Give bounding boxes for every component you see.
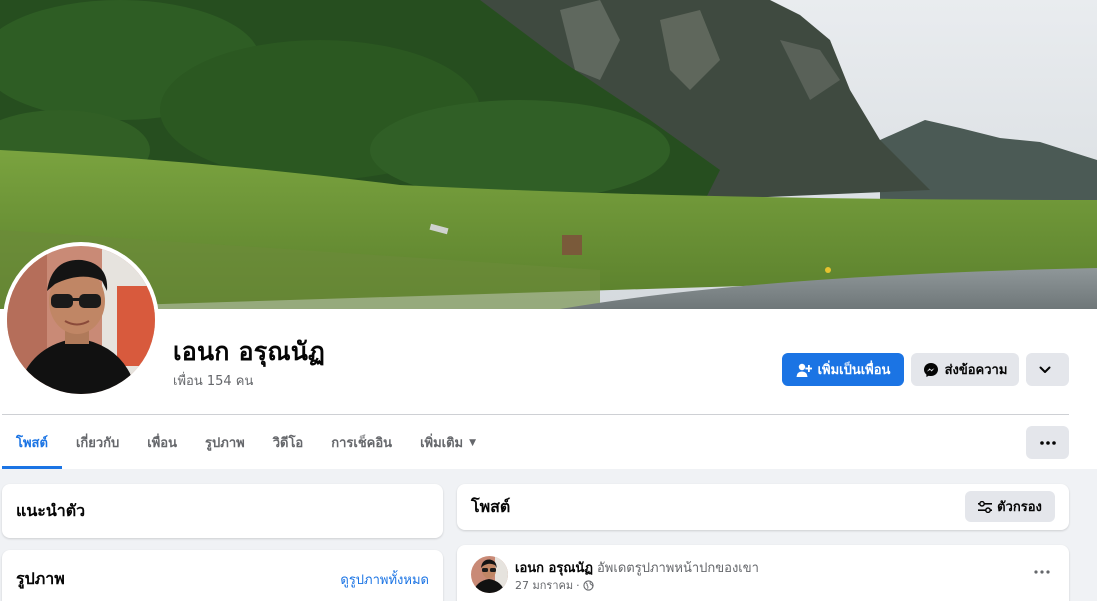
posts-header-card: โพสต์ ตัวกรอง (457, 484, 1069, 530)
post-header: เอนก อรุณนัฏ อัพเดตรูปภาพหน้าปกของเขา (515, 557, 759, 578)
tab-label: วิดีโอ (272, 436, 304, 451)
more-options-button[interactable] (1026, 353, 1069, 386)
post-date[interactable]: 27 มกราคม (515, 576, 573, 594)
tabs-options-button[interactable] (1026, 426, 1069, 459)
post-avatar-image (471, 556, 508, 593)
photos-card: รูปภาพ ดูรูปภาพทั้งหมด (2, 550, 443, 601)
ellipsis-icon (1034, 570, 1050, 574)
post-meta: 27 มกราคม · (515, 576, 594, 594)
caret-down-icon: ▼ (469, 437, 477, 448)
tab-posts[interactable]: โพสต์ (2, 416, 62, 469)
tab-friends[interactable]: เพื่อน (133, 416, 191, 469)
filter-label: ตัวกรอง (997, 500, 1042, 515)
cover-photo-image (0, 0, 1097, 309)
post-author-avatar[interactable] (471, 556, 508, 593)
sliders-icon (978, 500, 993, 513)
message-button[interactable]: ส่งข้อความ (911, 353, 1019, 386)
profile-tabs: โพสต์ เกี่ยวกับ เพื่อน รูปภาพ วิดีโอ การ… (2, 416, 490, 469)
tab-label: เกี่ยวกับ (75, 436, 120, 451)
tab-photos[interactable]: รูปภาพ (191, 416, 259, 469)
friends-count[interactable]: เพื่อน 154 คน (173, 370, 253, 391)
tab-label: การเช็คอิน (331, 436, 393, 451)
tab-about[interactable]: เกี่ยวกับ (62, 416, 133, 469)
tab-label: เพื่อน (147, 436, 178, 451)
tab-videos[interactable]: วิดีโอ (259, 416, 318, 469)
globe-icon[interactable] (582, 579, 594, 591)
chevron-down-icon (1039, 366, 1050, 373)
profile-name: เอนก อรุณนัฏ (173, 337, 325, 366)
photos-title: รูปภาพ (16, 569, 65, 588)
add-friend-button[interactable]: เพิ่มเป็นเพื่อน (782, 353, 904, 386)
tab-more[interactable]: เพิ่มเติม ▼ (406, 416, 490, 469)
post-options-button[interactable] (1029, 559, 1055, 585)
cover-photo[interactable] (0, 0, 1097, 309)
post-card: เอนก อรุณนัฏ อัพเดตรูปภาพหน้าปกของเขา 27 … (457, 545, 1069, 601)
tab-checkins[interactable]: การเช็คอิน (317, 416, 406, 469)
header-divider (2, 414, 1069, 415)
messenger-icon (923, 362, 938, 377)
avatar-image (7, 246, 155, 394)
tab-label: เพิ่มเติม (420, 436, 464, 451)
posts-title: โพสต์ (471, 497, 511, 516)
see-all-photos-link[interactable]: ดูรูปภาพทั้งหมด (340, 569, 429, 590)
post-author-name[interactable]: เอนก อรุณนัฏ (515, 561, 593, 576)
ellipsis-icon (1039, 440, 1056, 445)
filter-button[interactable]: ตัวกรอง (965, 491, 1055, 522)
intro-card: แนะนำตัว (2, 484, 443, 538)
intro-title: แนะนำตัว (16, 501, 86, 520)
tab-label: รูปภาพ (205, 436, 245, 451)
person-plus-icon (796, 363, 812, 377)
meta-separator: · (576, 578, 580, 592)
profile-avatar[interactable] (3, 242, 159, 398)
add-friend-label: เพิ่มเป็นเพื่อน (817, 363, 891, 378)
message-label: ส่งข้อความ (944, 363, 1008, 378)
tab-label: โพสต์ (16, 436, 48, 451)
post-action-text: อัพเดตรูปภาพหน้าปกของเขา (597, 561, 759, 576)
